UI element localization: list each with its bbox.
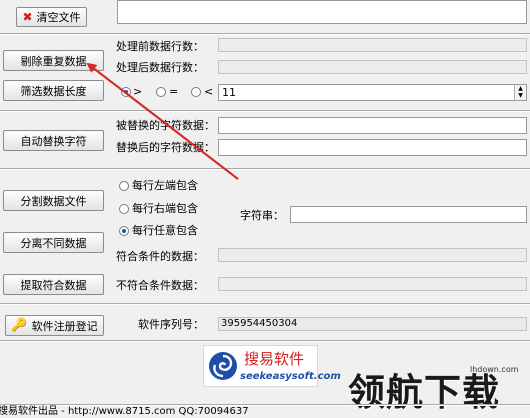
divider (0, 340, 530, 342)
length-spinner[interactable]: 11 ▲ ▼ (218, 84, 527, 101)
match-data-label: 符合条件的数据： (116, 250, 204, 263)
register-button[interactable]: 🔑 软件注册登记 (5, 315, 104, 336)
radio-less[interactable] (191, 87, 201, 97)
rows-after-field (218, 60, 527, 74)
rows-before-label: 处理前数据行数： (116, 40, 204, 53)
replace-from-label: 被替换的字符数据： (116, 119, 215, 132)
replace-from-input[interactable] (218, 117, 527, 134)
watermark-big: 领航下载 (348, 371, 500, 414)
seekeasy-logo[interactable]: 搜易软件 seekeasysoft.com (203, 345, 341, 387)
divider (0, 33, 530, 35)
spin-down-icon[interactable]: ▼ (515, 92, 526, 99)
radio-right-contains[interactable] (119, 204, 129, 214)
radio-left-contains[interactable] (119, 181, 129, 191)
radio-left-contains-label: 每行左端包含 (132, 179, 198, 192)
radio-equal[interactable] (156, 87, 166, 97)
swirl-logo-icon (209, 352, 237, 380)
string-input[interactable] (290, 206, 527, 223)
extract-data-button[interactable]: 提取符合数据 (3, 274, 104, 295)
length-value: 11 (222, 86, 236, 99)
remove-duplicates-button[interactable]: 剔除重复数据 (3, 50, 104, 71)
spinner-arrows[interactable]: ▲ ▼ (514, 85, 526, 100)
replace-to-label: 替换后的字符数据： (116, 141, 215, 154)
match-data-field (218, 248, 527, 262)
close-icon: ✖ (22, 10, 33, 24)
spin-up-icon[interactable]: ▲ (515, 85, 526, 92)
radio-right-contains-label: 每行右端包含 (132, 202, 198, 215)
extract-data-label: 提取符合数据 (20, 278, 87, 292)
auto-replace-button[interactable]: 自动替换字符 (3, 130, 104, 151)
file-content-box[interactable] (117, 0, 527, 24)
replace-to-input[interactable] (218, 139, 527, 156)
radio-greater[interactable] (121, 87, 131, 97)
serial-field: 395954450304 (218, 317, 527, 331)
rows-after-label: 处理后数据行数： (116, 61, 204, 74)
logo-url: seekeasysoft.com (240, 371, 341, 382)
radio-any-contains-label: 每行任意包含 (132, 224, 198, 237)
rows-before-field (218, 38, 527, 52)
remove-duplicates-label: 剔除重复数据 (20, 54, 87, 68)
key-icon: 🔑 (11, 318, 28, 333)
filter-length-label: 筛选数据长度 (20, 84, 87, 98)
serial-label: 软件序列号： (138, 318, 204, 331)
radio-greater-label: > (133, 85, 143, 98)
divider (0, 110, 530, 112)
nonmatch-data-label: 不符合条件数据： (116, 279, 204, 292)
divider (0, 168, 530, 170)
footer-text: 搜易软件出品 - http://www.8715.com QQ:70094637 (0, 406, 249, 417)
auto-replace-label: 自动替换字符 (20, 134, 87, 148)
clear-file-label: 清空文件 (36, 11, 81, 24)
serial-value: 395954450304 (221, 318, 298, 329)
nonmatch-data-field (218, 277, 527, 291)
logo-title: 搜易软件 (244, 350, 305, 368)
filter-length-button[interactable]: 筛选数据长度 (3, 80, 104, 101)
radio-any-contains[interactable] (119, 226, 129, 236)
register-label: 软件注册登记 (31, 319, 98, 333)
divider (0, 303, 530, 305)
clear-file-button[interactable]: ✖ 清空文件 (16, 7, 87, 27)
split-file-label: 分割数据文件 (20, 194, 87, 208)
string-label: 字符串： (240, 209, 284, 222)
separate-data-label: 分离不同数据 (20, 236, 87, 250)
separate-data-button[interactable]: 分离不同数据 (3, 232, 104, 253)
split-file-button[interactable]: 分割数据文件 (3, 190, 104, 211)
radio-equal-label: = (169, 85, 179, 98)
radio-less-label: < (204, 85, 214, 98)
